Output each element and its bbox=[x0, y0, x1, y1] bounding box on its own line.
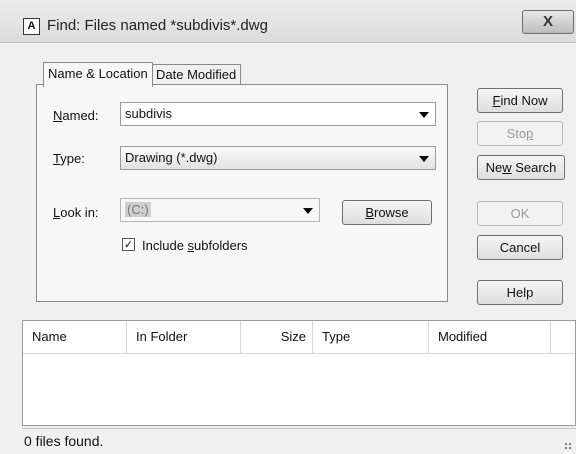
check-icon: ✓ bbox=[123, 239, 134, 251]
include-subfolders-checkbox[interactable]: ✓ bbox=[122, 238, 135, 251]
type-dropdown[interactable]: Drawing (*.dwg) bbox=[120, 146, 436, 170]
title-bar[interactable]: A Find: Files named *subdivis*.dwg X bbox=[0, 0, 576, 43]
lookin-value: (C:) bbox=[125, 202, 151, 217]
type-label: Type: bbox=[53, 151, 85, 166]
named-combobox[interactable]: subdivis bbox=[120, 102, 436, 126]
chevron-down-icon[interactable] bbox=[303, 208, 313, 214]
find-dialog: A Find: Files named *subdivis*.dwg X Nam… bbox=[0, 0, 576, 454]
column-header-size[interactable]: Size bbox=[241, 321, 313, 353]
named-value: subdivis bbox=[125, 106, 172, 121]
find-now-button[interactable]: Find Now bbox=[477, 88, 563, 113]
column-header-name[interactable]: Name bbox=[23, 321, 127, 353]
cancel-button[interactable]: Cancel bbox=[477, 235, 563, 260]
window-title: Find: Files named *subdivis*.dwg bbox=[47, 17, 268, 34]
status-text: 0 files found. bbox=[24, 433, 104, 449]
column-header-type[interactable]: Type bbox=[313, 321, 429, 353]
named-label: Named: bbox=[53, 108, 99, 123]
status-bar: 0 files found. bbox=[22, 428, 576, 454]
tab-date-modified[interactable]: Date Modified bbox=[151, 64, 242, 85]
column-header-modified[interactable]: Modified bbox=[429, 321, 551, 353]
close-button[interactable]: X bbox=[522, 10, 574, 34]
lookin-label: Look in: bbox=[53, 205, 99, 220]
help-button[interactable]: Help bbox=[477, 280, 563, 305]
chevron-down-icon[interactable] bbox=[419, 112, 429, 118]
autocad-app-icon: A bbox=[23, 18, 40, 35]
results-list[interactable]: Name In Folder Size Type Modified bbox=[22, 320, 576, 426]
type-value: Drawing (*.dwg) bbox=[125, 150, 218, 165]
new-search-button[interactable]: New Search bbox=[477, 155, 565, 180]
browse-button[interactable]: Browse bbox=[342, 200, 432, 225]
include-subfolders-label[interactable]: Include subfolders bbox=[142, 238, 248, 253]
header-divider bbox=[23, 353, 575, 354]
resize-grip-icon[interactable] bbox=[564, 442, 572, 450]
column-header-in-folder[interactable]: In Folder bbox=[127, 321, 241, 353]
lookin-combobox[interactable]: (C:) bbox=[120, 198, 320, 222]
stop-button[interactable]: Stop bbox=[477, 121, 563, 146]
chevron-down-icon[interactable] bbox=[419, 156, 429, 162]
ok-button[interactable]: OK bbox=[477, 201, 563, 226]
tab-name-location[interactable]: Name & Location bbox=[43, 62, 153, 87]
